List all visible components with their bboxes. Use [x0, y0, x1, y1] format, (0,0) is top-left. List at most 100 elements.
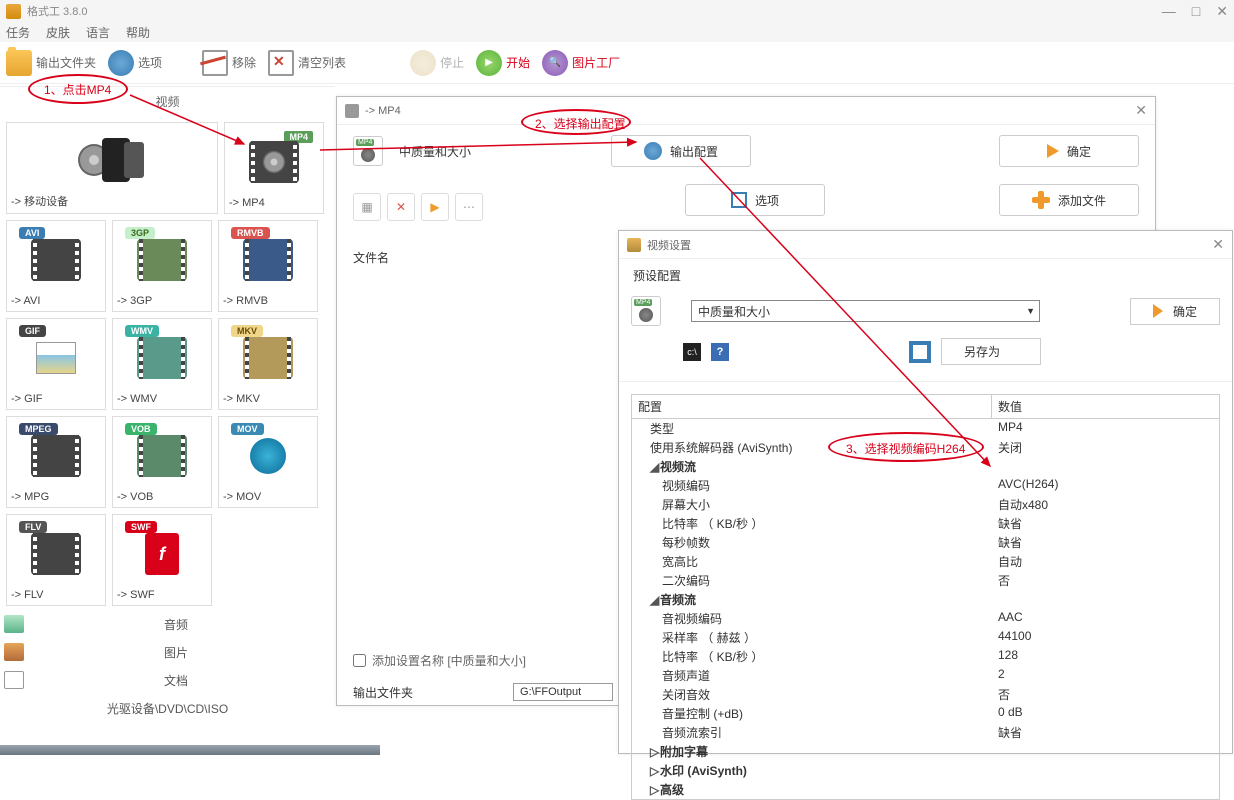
prop-row[interactable]: 屏幕大小自动x480	[632, 495, 1219, 514]
play-icon	[476, 50, 502, 76]
mp4-file-icon	[353, 136, 383, 166]
image-icon	[4, 643, 24, 661]
prop-row[interactable]: 音量控制 (+dB)0 dB	[632, 704, 1219, 723]
prop-row[interactable]: ◢音频流	[632, 590, 1219, 609]
col-config: 配置	[632, 395, 992, 418]
settings-ok-button[interactable]: 确定	[1130, 298, 1220, 325]
video-settings-close[interactable]: ✕	[1212, 236, 1224, 253]
options-button[interactable]: 选项	[108, 42, 162, 83]
output-folder-label: 输出文件夹	[36, 54, 96, 71]
folder-icon	[6, 50, 32, 76]
format-wmv[interactable]: WMV-> WMV	[112, 318, 212, 410]
plus-icon	[1032, 191, 1050, 209]
category-document[interactable]: 文档	[0, 666, 335, 694]
prop-row[interactable]: 比特率 （ KB/秒 ）128	[632, 647, 1219, 666]
mp4-dialog-title: -> MP4	[365, 105, 401, 117]
mp4-dialog-close[interactable]: ✕	[1135, 102, 1147, 119]
start-button[interactable]: 开始	[476, 42, 530, 83]
menu-skin[interactable]: 皮肤	[46, 24, 70, 41]
add-file-button[interactable]: 添加文件	[999, 184, 1139, 216]
format-mp4[interactable]: MP4 -> MP4	[224, 122, 324, 214]
menu-language[interactable]: 语言	[86, 24, 110, 41]
app-logo	[6, 4, 21, 19]
btn-3[interactable]: ▶	[421, 193, 449, 221]
clear-icon	[268, 50, 294, 76]
picture-factory-button[interactable]: 图片工厂	[542, 42, 620, 83]
prop-row[interactable]: 比特率 （ KB/秒 ）缺省	[632, 514, 1219, 533]
output-config-button[interactable]: 输出配置	[611, 135, 751, 167]
btn-4[interactable]: ⋯	[455, 193, 483, 221]
minimize-button[interactable]: —	[1162, 3, 1176, 20]
output-folder-button[interactable]: 输出文件夹	[6, 42, 96, 83]
output-path[interactable]: G:\FFOutput	[513, 683, 613, 701]
format-mp4-label: -> MP4	[229, 197, 265, 209]
prop-row[interactable]: 类型MP4	[632, 419, 1219, 438]
taskbar	[0, 745, 380, 755]
save-as-button[interactable]: 另存为	[941, 338, 1041, 365]
btn-2[interactable]: ✕	[387, 193, 415, 221]
format-mobile[interactable]: -> 移动设备	[6, 122, 218, 214]
close-button[interactable]: ✕	[1216, 3, 1228, 20]
category-audio[interactable]: 音频	[0, 610, 335, 638]
prop-row[interactable]: 宽高比自动	[632, 552, 1219, 571]
category-list: 音频 图片 文档 光驱设备\DVD\CD\ISO	[0, 606, 335, 726]
category-picture[interactable]: 图片	[0, 638, 335, 666]
btn-1[interactable]: ▦	[353, 193, 381, 221]
format-vob[interactable]: VOB-> VOB	[112, 416, 212, 508]
toolbar: 输出文件夹 选项 移除 清空列表 停止 开始 图片工厂	[0, 42, 1234, 84]
stop-button[interactable]: 停止	[410, 42, 464, 83]
arrow-right-icon	[1153, 304, 1163, 318]
video-settings-dialog: 视频设置 ✕ 预设配置 中质量和大小 确定 c:\ ? 另存为 配置 数值 类型…	[618, 230, 1233, 754]
category-disc[interactable]: 光驱设备\DVD\CD\ISO	[0, 694, 335, 722]
quality-label: 中质量和大小	[399, 143, 519, 160]
maximize-button[interactable]: □	[1192, 3, 1200, 20]
format-3gp[interactable]: 3GP-> 3GP	[112, 220, 212, 312]
app-title: 格式工 3.8.0	[27, 3, 1162, 19]
preset-dropdown[interactable]: 中质量和大小	[691, 300, 1040, 322]
save-icon	[909, 341, 931, 363]
property-grid: 配置 数值 类型MP4使用系统解码器 (AviSynth)关闭◢视频流视频编码A…	[631, 394, 1220, 800]
menu-help[interactable]: 帮助	[126, 24, 150, 41]
dialog-icon	[345, 104, 359, 118]
prop-row[interactable]: 音频流索引缺省	[632, 723, 1219, 742]
format-mov[interactable]: MOV-> MOV	[218, 416, 318, 508]
output-folder-label2: 输出文件夹	[353, 684, 413, 701]
format-mkv[interactable]: MKV-> MKV	[218, 318, 318, 410]
prop-row[interactable]: 关闭音效否	[632, 685, 1219, 704]
format-avi[interactable]: AVI-> AVI	[6, 220, 106, 312]
format-mpg[interactable]: MPEG-> MPG	[6, 416, 106, 508]
settings-icon	[627, 238, 641, 252]
mp4-icon-2	[631, 296, 661, 326]
prop-row[interactable]: 每秒帧数缺省	[632, 533, 1219, 552]
remove-icon	[202, 50, 228, 76]
format-gif[interactable]: GIF-> GIF	[6, 318, 106, 410]
options-button-2[interactable]: 选项	[685, 184, 825, 216]
doc-icon	[4, 671, 24, 689]
prop-row[interactable]: ▷附加字幕	[632, 742, 1219, 761]
prop-row[interactable]: 音视频编码AAC	[632, 609, 1219, 628]
format-mobile-label: -> 移动设备	[11, 193, 68, 209]
picture-factory-label: 图片工厂	[572, 54, 620, 71]
help-icon[interactable]: ?	[711, 343, 729, 361]
options-icon	[731, 192, 747, 208]
tab-video[interactable]: 视频	[0, 86, 335, 116]
prop-row[interactable]: ▷水印 (AviSynth)	[632, 761, 1219, 780]
col-value: 数值	[992, 395, 1028, 418]
prop-row[interactable]: 二次编码否	[632, 571, 1219, 590]
menu-tasks[interactable]: 任务	[6, 24, 30, 41]
ok-button[interactable]: 确定	[999, 135, 1139, 167]
prop-row[interactable]: 视频编码AVC(H264)	[632, 476, 1219, 495]
add-setting-checkbox[interactable]	[353, 654, 366, 667]
format-flv[interactable]: FLV-> FLV	[6, 514, 106, 606]
prop-row[interactable]: ◢视频流	[632, 457, 1219, 476]
prop-row[interactable]: 使用系统解码器 (AviSynth)关闭	[632, 438, 1219, 457]
cmd-icon[interactable]: c:\	[683, 343, 701, 361]
prop-row[interactable]: 音频声道2	[632, 666, 1219, 685]
format-sidebar: 视频 -> 移动设备 MP4 -> MP4 AVI-> AVI 3GP-> 3G…	[0, 86, 335, 726]
format-rmvb[interactable]: RMVB-> RMVB	[218, 220, 318, 312]
remove-button[interactable]: 移除	[202, 42, 256, 83]
clear-button[interactable]: 清空列表	[268, 42, 346, 83]
format-swf[interactable]: SWFf-> SWF	[112, 514, 212, 606]
prop-row[interactable]: 采样率 （ 赫兹 ）44100	[632, 628, 1219, 647]
prop-row[interactable]: ▷高级	[632, 780, 1219, 799]
